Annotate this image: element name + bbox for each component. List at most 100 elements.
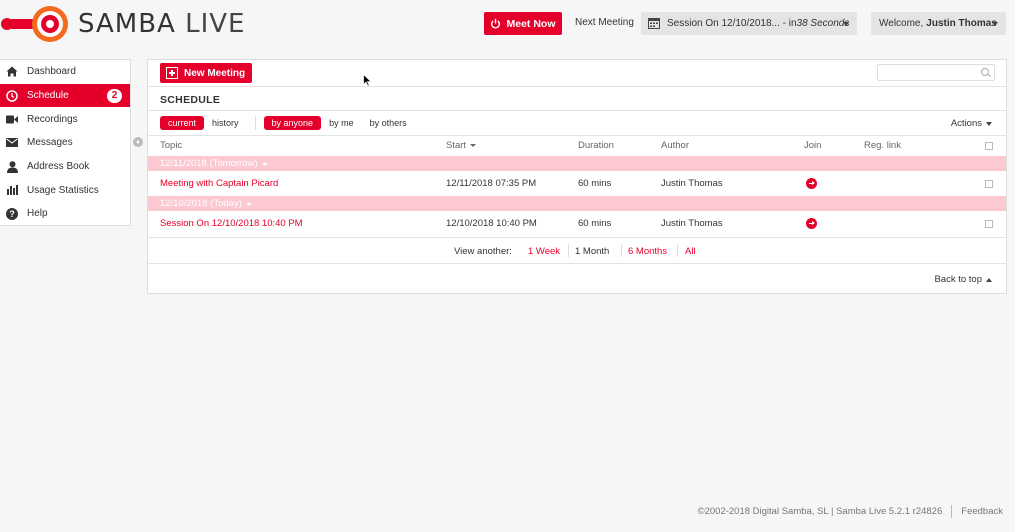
sidebar-item-usage-statistics[interactable]: Usage Statistics	[0, 178, 130, 202]
filter-by-others[interactable]: by others	[362, 116, 415, 130]
sidebar-item-recordings[interactable]: Recordings	[0, 107, 130, 131]
next-meeting-label: Next Meeting	[575, 17, 634, 28]
meet-now-label: Meet Now	[506, 17, 556, 30]
sidebar-item-dashboard[interactable]: Dashboard	[0, 60, 130, 84]
home-icon	[6, 66, 18, 78]
brand-name: SAMBA	[78, 9, 176, 39]
chevron-down-icon	[986, 121, 992, 126]
sidebar-item-schedule[interactable]: Schedule 2	[0, 83, 130, 108]
schedule-count-badge: 2	[107, 88, 122, 103]
row-checkbox[interactable]	[985, 171, 993, 196]
search-input[interactable]	[878, 65, 976, 80]
column-start-label: Start	[446, 140, 467, 151]
sidebar-item-label: Recordings	[27, 113, 78, 125]
meeting-author: Justin Thomas	[661, 218, 723, 229]
row-checkbox[interactable]	[985, 211, 993, 236]
search-icon[interactable]	[981, 68, 989, 76]
actions-label: Actions	[950, 118, 982, 129]
next-meeting-title: Session On 12/10/2018... - in	[667, 18, 797, 29]
filter-by-me[interactable]: by me	[321, 116, 362, 130]
new-meeting-button[interactable]: New Meeting	[160, 63, 252, 83]
checkbox[interactable]	[985, 141, 993, 150]
video-icon	[6, 113, 18, 125]
meet-now-button[interactable]: Meet Now	[484, 12, 562, 35]
samba-logo-icon	[1, 6, 68, 42]
sidebar-item-address-book[interactable]: Address Book	[0, 155, 130, 179]
schedule-panel: New Meeting SCHEDULE current history by …	[147, 59, 1007, 294]
meeting-start: 12/11/2018 07:35 PM	[446, 178, 537, 189]
welcome-prefix: Welcome,	[879, 18, 924, 29]
view-another-bar: View another: 1 Week 1 Month 6 Months Al…	[148, 237, 1006, 264]
filter-by-anyone[interactable]: by anyone	[263, 115, 322, 130]
copyright-text: ©2002-2018 Digital Samba, SL | Samba Liv…	[697, 506, 943, 517]
filter-history[interactable]: history	[204, 116, 247, 130]
table-row: Meeting with Captain Picard 12/11/2018 0…	[148, 171, 1006, 196]
checkbox[interactable]	[985, 179, 993, 188]
divider	[148, 86, 1006, 87]
footer: ©2002-2018 Digital Samba, SL | Samba Liv…	[698, 505, 1003, 518]
new-meeting-label: New Meeting	[184, 67, 246, 79]
sidebar-item-label: Help	[27, 208, 48, 220]
samba-live-logo[interactable]: SAMBA LIVE	[0, 4, 245, 44]
plus-icon	[166, 67, 178, 79]
feedback-link[interactable]: Feedback	[961, 506, 1003, 517]
next-meeting-dropdown[interactable]: Session On 12/10/2018... - in 38 Seconds	[641, 12, 857, 35]
join-button[interactable]	[806, 171, 817, 196]
meeting-start: 12/10/2018 10:40 PM	[446, 218, 537, 229]
date-group-label: 12/10/2018 (Today)	[160, 198, 242, 209]
power-icon	[491, 18, 501, 29]
schedule-filters: current history by anyone by me by other…	[160, 115, 415, 130]
date-group-header[interactable]: 12/10/2018 (Today)	[148, 196, 1006, 211]
arrow-right-circle-icon[interactable]	[806, 178, 817, 189]
bar-chart-icon	[6, 184, 18, 196]
user-menu[interactable]: Welcome, Justin Thomas	[871, 12, 1006, 35]
column-join: Join	[804, 140, 822, 151]
svg-text:?: ?	[9, 209, 15, 219]
date-group-label: 12/11/2018 (Tomorrow)	[160, 158, 258, 169]
search-field[interactable]	[877, 64, 995, 81]
checkbox[interactable]	[985, 219, 993, 228]
back-to-top-link[interactable]: Back to top	[934, 274, 992, 285]
view-another-label: View another:	[454, 246, 512, 257]
meeting-topic-link[interactable]: Session On 12/10/2018 10:40 PM	[160, 211, 303, 236]
arrow-right-circle-icon[interactable]	[806, 218, 817, 229]
join-button[interactable]	[806, 211, 817, 236]
table-row: Session On 12/10/2018 10:40 PM 12/10/201…	[148, 211, 1006, 236]
view-6-months[interactable]: 6 Months	[628, 246, 667, 257]
sidebar-item-label: Address Book	[27, 161, 90, 173]
sidebar-item-label: Schedule	[27, 90, 69, 102]
chevron-up-icon	[245, 202, 252, 205]
mouse-cursor-icon	[363, 74, 372, 87]
meeting-duration: 60 mins	[578, 218, 612, 229]
view-all[interactable]: All	[685, 246, 696, 257]
view-1-week[interactable]: 1 Week	[528, 246, 560, 257]
divider	[677, 244, 678, 257]
chevron-up-icon	[986, 277, 992, 282]
filter-current[interactable]: current	[160, 115, 205, 130]
chevron-up-icon	[261, 162, 268, 165]
sidebar-item-help[interactable]: ? Help	[0, 202, 130, 226]
column-topic[interactable]: Topic	[160, 136, 182, 155]
sidebar-item-label: Usage Statistics	[27, 184, 99, 196]
column-duration[interactable]: Duration	[578, 136, 614, 155]
date-group-header[interactable]: 12/11/2018 (Tomorrow)	[148, 156, 1006, 171]
sidebar: Dashboard Schedule 2 Recordings Messages…	[0, 59, 131, 226]
divider	[621, 244, 622, 257]
sidebar-item-messages[interactable]: Messages	[0, 131, 130, 155]
clock-icon	[6, 89, 18, 102]
user-name: Justin Thomas	[926, 18, 997, 29]
meeting-duration: 60 mins	[578, 178, 612, 189]
actions-dropdown[interactable]: Actions	[951, 118, 992, 129]
sidebar-item-label: Messages	[27, 137, 73, 149]
brand-suffix: LIVE	[185, 9, 246, 39]
header: SAMBA LIVE Meet Now Next Meeting Session…	[0, 0, 1015, 48]
view-1-month[interactable]: 1 Month	[575, 246, 609, 257]
meeting-topic-link[interactable]: Meeting with Captain Picard	[160, 171, 278, 196]
column-author[interactable]: Author	[661, 136, 689, 155]
back-to-top-label: Back to top	[934, 274, 982, 285]
select-all-checkbox[interactable]	[985, 136, 993, 155]
divider	[951, 505, 953, 518]
chevron-down-icon	[843, 22, 849, 26]
column-start[interactable]: Start	[446, 136, 477, 155]
collapse-sidebar-button[interactable]	[133, 137, 143, 147]
